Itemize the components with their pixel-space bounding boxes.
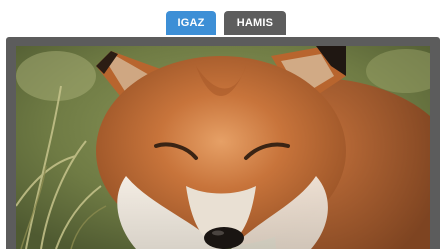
answer-tabs: IGAZ HAMIS bbox=[166, 11, 286, 35]
fox-image bbox=[16, 46, 430, 249]
image-frame bbox=[6, 37, 440, 249]
fox-photo bbox=[16, 46, 430, 249]
tab-hamis[interactable]: HAMIS bbox=[224, 11, 286, 35]
tab-igaz[interactable]: IGAZ bbox=[166, 11, 216, 35]
